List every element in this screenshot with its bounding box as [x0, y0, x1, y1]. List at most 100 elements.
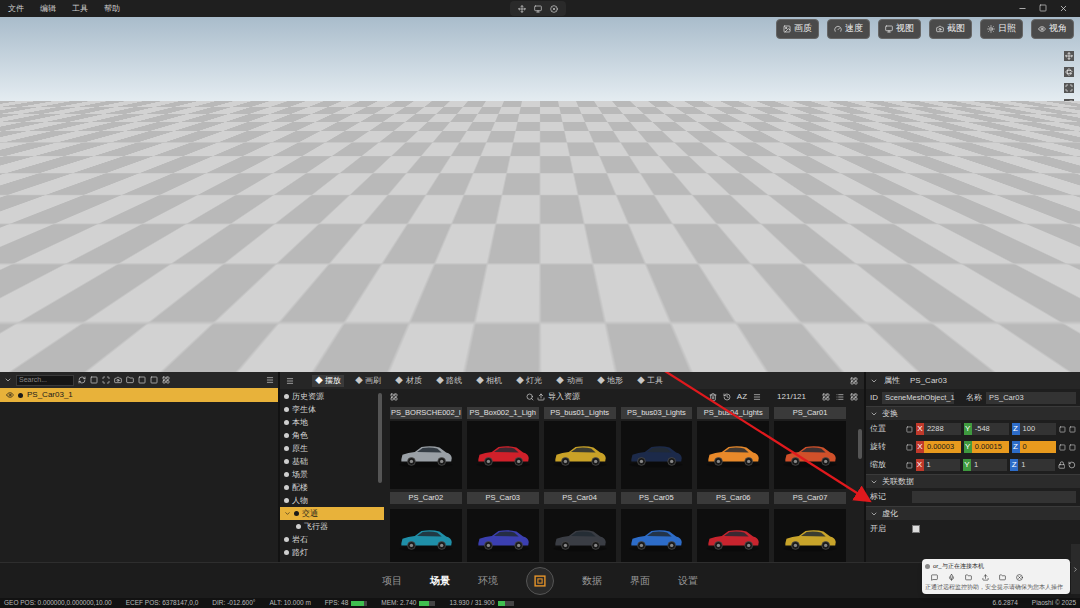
- menu-item[interactable]: 帮助: [104, 3, 120, 15]
- scrollbar[interactable]: [378, 393, 382, 483]
- axis-field[interactable]: X1: [916, 459, 960, 471]
- orbit-icon[interactable]: [1064, 67, 1074, 77]
- asset-label[interactable]: PS_BORSCHE002_I: [390, 407, 462, 419]
- category-item[interactable]: 路灯: [280, 546, 384, 559]
- camera-icon[interactable]: [114, 376, 122, 384]
- nav-item[interactable]: 场景: [430, 573, 450, 588]
- upload-icon[interactable]: [982, 574, 989, 581]
- category-item[interactable]: 场景: [280, 468, 384, 481]
- axis-field[interactable]: X2288: [916, 423, 961, 435]
- monitor-icon[interactable]: [534, 5, 542, 13]
- asset-card[interactable]: [697, 509, 769, 562]
- category-item[interactable]: 配楼: [280, 481, 384, 494]
- refresh-icon[interactable]: [78, 376, 86, 384]
- mic-icon[interactable]: [948, 574, 955, 581]
- viewport-button[interactable]: 截图: [929, 19, 972, 39]
- grid-icon[interactable]: [850, 377, 858, 385]
- asset-card[interactable]: PS_Car05: [621, 421, 693, 504]
- asset-card[interactable]: PS_Car04: [544, 421, 616, 504]
- asset-card[interactable]: PS_Car07: [774, 421, 846, 504]
- mark-field[interactable]: [912, 491, 1076, 503]
- filter-icon[interactable]: [390, 393, 398, 401]
- end-icon[interactable]: [1016, 574, 1023, 581]
- tool-icon[interactable]: [150, 376, 158, 384]
- category-item[interactable]: 本地: [280, 416, 384, 429]
- tile-view-icon[interactable]: [850, 393, 858, 401]
- pan-icon[interactable]: [1064, 51, 1074, 61]
- move-icon[interactable]: [518, 5, 526, 13]
- axis-field[interactable]: Z0: [1012, 441, 1057, 453]
- category-item[interactable]: 历史资源: [280, 390, 384, 403]
- nav-item[interactable]: 界面: [630, 573, 650, 588]
- section-header[interactable]: 虚化: [866, 506, 1080, 520]
- category-item[interactable]: 岩石: [280, 533, 384, 546]
- viewport-button[interactable]: 画质: [776, 19, 819, 39]
- category-item[interactable]: 飞行器: [280, 520, 384, 533]
- asset-card[interactable]: [390, 509, 462, 562]
- asset-card[interactable]: PS_Car02: [390, 421, 462, 504]
- outliner-item[interactable]: PS_Car03_1: [0, 388, 278, 402]
- axis-field[interactable]: Z1: [1010, 459, 1054, 471]
- menu-icon[interactable]: [286, 377, 294, 385]
- asset-tab[interactable]: ◆ 动画: [553, 375, 585, 387]
- expand-icon[interactable]: [284, 510, 291, 517]
- nav-item[interactable]: 设置: [678, 573, 698, 588]
- sort-order-icon[interactable]: [753, 393, 761, 401]
- file-icon[interactable]: [965, 574, 972, 581]
- viewport-button[interactable]: 视图: [878, 19, 921, 39]
- asset-label[interactable]: PS_bus01_Lights: [544, 407, 616, 419]
- add-icon[interactable]: [1059, 426, 1066, 433]
- list-view-icon[interactable]: [836, 393, 844, 401]
- axis-field[interactable]: Y1: [963, 459, 1007, 471]
- copy-icon[interactable]: [1069, 426, 1076, 433]
- viewport-button[interactable]: 日照: [980, 19, 1023, 39]
- asset-card[interactable]: [621, 509, 693, 562]
- collapse-icon[interactable]: [870, 377, 878, 385]
- category-item[interactable]: 角色: [280, 429, 384, 442]
- asset-tab[interactable]: ◆ 地形: [594, 375, 626, 387]
- section-header[interactable]: 关联数据: [866, 474, 1080, 488]
- asset-card[interactable]: [544, 509, 616, 562]
- gizmo-icon[interactable]: [906, 426, 913, 433]
- visibility-icon[interactable]: [6, 391, 14, 399]
- close-icon[interactable]: [1059, 4, 1068, 13]
- tool-icon[interactable]: [138, 376, 146, 384]
- tool-icon[interactable]: [90, 376, 98, 384]
- asset-tab[interactable]: ◆ 工具: [634, 375, 666, 387]
- grid-icon[interactable]: [162, 376, 170, 384]
- import-button[interactable]: 导入资源: [548, 391, 580, 403]
- viewport-button[interactable]: 速度: [827, 19, 870, 39]
- viewport[interactable]: 画质速度视图截图日照视角: [0, 17, 1080, 372]
- asset-tab[interactable]: ◆ 摆放: [312, 375, 344, 387]
- category-item[interactable]: 孪生体: [280, 403, 384, 416]
- search-field[interactable]: Search...: [16, 375, 74, 386]
- checkbox[interactable]: [912, 525, 920, 533]
- asset-tab[interactable]: ◆ 路线: [433, 375, 465, 387]
- nav-item[interactable]: 项目: [382, 573, 402, 588]
- axis-field[interactable]: Y0.00015: [964, 441, 1009, 453]
- chat-icon[interactable]: [931, 574, 938, 581]
- grid-view-icon[interactable]: [822, 393, 830, 401]
- axis-field[interactable]: X0.00003: [916, 441, 961, 453]
- axis-field[interactable]: Y-548: [964, 423, 1009, 435]
- asset-tab[interactable]: ◆ 材质: [392, 375, 424, 387]
- tool-icon[interactable]: [102, 376, 110, 384]
- menu-item[interactable]: 编辑: [40, 3, 56, 15]
- asset-card[interactable]: [774, 509, 846, 562]
- sort-button[interactable]: AZ: [737, 391, 747, 403]
- folder-icon[interactable]: [126, 376, 134, 384]
- asset-card[interactable]: PS_Car03: [467, 421, 539, 504]
- asset-label[interactable]: PS_bus03_Lights: [621, 407, 693, 419]
- copy-icon[interactable]: [1069, 444, 1076, 451]
- category-item[interactable]: 交通: [280, 507, 384, 520]
- folder-icon[interactable]: [999, 574, 1006, 581]
- search-icon[interactable]: [526, 393, 534, 401]
- section-header[interactable]: 变换: [866, 406, 1080, 420]
- gizmo-icon[interactable]: [906, 462, 913, 469]
- asset-tab[interactable]: ◆ 相机: [473, 375, 505, 387]
- category-item[interactable]: 基础: [280, 455, 384, 468]
- lock-icon[interactable]: [1058, 461, 1066, 469]
- restore-icon[interactable]: [1039, 4, 1047, 12]
- asset-label[interactable]: PS_Box002_1_Ligh: [467, 407, 539, 419]
- stop-icon[interactable]: [550, 5, 558, 13]
